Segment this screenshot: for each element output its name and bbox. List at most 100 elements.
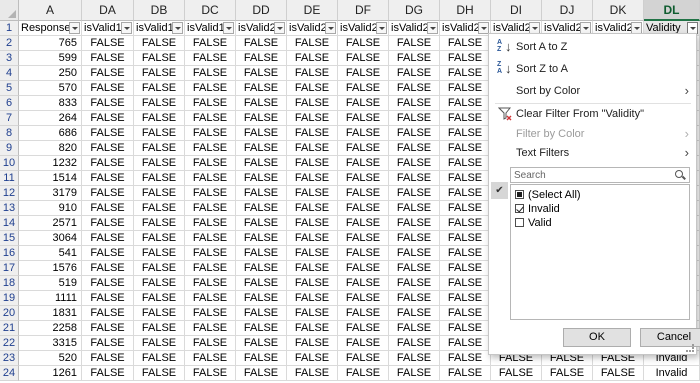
is-valid-cell[interactable]: FALSE	[82, 306, 134, 321]
is-valid-cell[interactable]: FALSE	[185, 36, 236, 51]
is-valid-cell[interactable]: FALSE	[236, 111, 287, 126]
is-valid-cell[interactable]: FALSE	[287, 36, 338, 51]
is-valid-cell[interactable]: FALSE	[287, 291, 338, 306]
is-valid-cell[interactable]: FALSE	[287, 66, 338, 81]
is-valid-cell[interactable]: FALSE	[134, 141, 185, 156]
is-valid-cell[interactable]: FALSE	[236, 261, 287, 276]
response-id-cell[interactable]: 686	[19, 126, 82, 141]
is-valid-cell[interactable]: FALSE	[389, 81, 440, 96]
row-header-7[interactable]: 7	[0, 111, 19, 126]
resize-grip-icon[interactable]	[686, 344, 694, 352]
is-valid-cell[interactable]: FALSE	[338, 276, 389, 291]
is-valid-cell[interactable]: FALSE	[236, 171, 287, 186]
is-valid-cell[interactable]: FALSE	[236, 321, 287, 336]
is-valid-cell[interactable]: FALSE	[338, 141, 389, 156]
is-valid-cell[interactable]: FALSE	[82, 36, 134, 51]
is-valid-cell[interactable]: FALSE	[440, 126, 491, 141]
is-valid-cell[interactable]: FALSE	[236, 51, 287, 66]
is-valid-cell[interactable]: FALSE	[185, 186, 236, 201]
response-id-cell[interactable]: 570	[19, 81, 82, 96]
is-valid-cell[interactable]: FALSE	[82, 366, 134, 381]
is-valid-cell[interactable]: FALSE	[236, 66, 287, 81]
row-header-23[interactable]: 23	[0, 351, 19, 366]
is-valid-cell[interactable]: FALSE	[236, 276, 287, 291]
select-all-corner[interactable]	[0, 0, 19, 21]
is-valid-cell[interactable]: FALSE	[236, 36, 287, 51]
is-valid-cell[interactable]: FALSE	[338, 366, 389, 381]
response-id-cell[interactable]: 3064	[19, 231, 82, 246]
is-valid-cell[interactable]: FALSE	[134, 126, 185, 141]
is-valid-cell[interactable]: FALSE	[389, 321, 440, 336]
is-valid-cell[interactable]: FALSE	[338, 81, 389, 96]
filter-dropdown-button[interactable]	[69, 22, 80, 34]
row-header-19[interactable]: 19	[0, 291, 19, 306]
row-header-22[interactable]: 22	[0, 336, 19, 351]
column-header-da[interactable]: DA	[82, 0, 134, 21]
is-valid-cell[interactable]: FALSE	[185, 111, 236, 126]
is-valid-cell[interactable]: FALSE	[389, 291, 440, 306]
row-header-6[interactable]: 6	[0, 96, 19, 111]
is-valid-cell[interactable]: FALSE	[338, 171, 389, 186]
is-valid-cell[interactable]: FALSE	[185, 51, 236, 66]
column-header-dc[interactable]: DC	[185, 0, 236, 21]
response-id-cell[interactable]: 1111	[19, 291, 82, 306]
response-id-cell[interactable]: 910	[19, 201, 82, 216]
is-valid-cell[interactable]: FALSE	[185, 201, 236, 216]
is-valid-cell[interactable]: FALSE	[338, 306, 389, 321]
is-valid-cell[interactable]: FALSE	[134, 36, 185, 51]
row-header-2[interactable]: 2	[0, 36, 19, 51]
header-cell-dh[interactable]: isValid2	[440, 21, 491, 36]
is-valid-cell[interactable]: FALSE	[440, 51, 491, 66]
is-valid-cell[interactable]: FALSE	[82, 231, 134, 246]
is-valid-cell[interactable]: FALSE	[82, 291, 134, 306]
is-valid-cell[interactable]: FALSE	[134, 96, 185, 111]
is-valid-cell[interactable]: FALSE	[236, 336, 287, 351]
is-valid-cell[interactable]: FALSE	[185, 66, 236, 81]
is-valid-cell[interactable]: FALSE	[389, 246, 440, 261]
text-filters-item[interactable]: Text Filters ›	[489, 143, 696, 163]
is-valid-cell[interactable]: FALSE	[287, 126, 338, 141]
is-valid-cell[interactable]: FALSE	[338, 261, 389, 276]
is-valid-cell[interactable]: FALSE	[236, 186, 287, 201]
is-valid-cell[interactable]: FALSE	[82, 186, 134, 201]
filter-dropdown-button[interactable]	[223, 22, 234, 34]
is-valid-cell[interactable]: FALSE	[440, 336, 491, 351]
is-valid-cell[interactable]: FALSE	[389, 261, 440, 276]
is-valid-cell[interactable]: FALSE	[440, 96, 491, 111]
response-id-cell[interactable]: 541	[19, 246, 82, 261]
is-valid-cell[interactable]: FALSE	[287, 51, 338, 66]
response-id-cell[interactable]: 765	[19, 36, 82, 51]
is-valid-cell[interactable]: FALSE	[185, 321, 236, 336]
row-header-17[interactable]: 17	[0, 261, 19, 276]
is-valid-cell[interactable]: FALSE	[389, 111, 440, 126]
is-valid-cell[interactable]: FALSE	[542, 366, 593, 381]
header-cell-de[interactable]: isValid2	[287, 21, 338, 36]
row-header-3[interactable]: 3	[0, 51, 19, 66]
is-valid-cell[interactable]: FALSE	[185, 291, 236, 306]
is-valid-cell[interactable]: FALSE	[593, 366, 644, 381]
is-valid-cell[interactable]: FALSE	[185, 216, 236, 231]
is-valid-cell[interactable]: FALSE	[338, 216, 389, 231]
is-valid-cell[interactable]: FALSE	[134, 351, 185, 366]
header-cell-a[interactable]: Response	[19, 21, 82, 36]
is-valid-cell[interactable]: FALSE	[338, 156, 389, 171]
row-header-1[interactable]: 1	[0, 21, 19, 36]
is-valid-cell[interactable]: FALSE	[389, 276, 440, 291]
is-valid-cell[interactable]: FALSE	[287, 336, 338, 351]
is-valid-cell[interactable]: FALSE	[236, 126, 287, 141]
is-valid-cell[interactable]: FALSE	[338, 111, 389, 126]
select-all-checkbox[interactable]	[515, 190, 524, 199]
is-valid-cell[interactable]: FALSE	[185, 231, 236, 246]
response-id-cell[interactable]: 250	[19, 66, 82, 81]
is-valid-cell[interactable]: FALSE	[389, 141, 440, 156]
is-valid-cell[interactable]: FALSE	[287, 231, 338, 246]
is-valid-cell[interactable]: FALSE	[389, 171, 440, 186]
column-header-de[interactable]: DE	[287, 0, 338, 21]
row-header-11[interactable]: 11	[0, 171, 19, 186]
is-valid-cell[interactable]: FALSE	[440, 291, 491, 306]
is-valid-cell[interactable]: FALSE	[236, 81, 287, 96]
response-id-cell[interactable]: 520	[19, 351, 82, 366]
is-valid-cell[interactable]: FALSE	[134, 171, 185, 186]
is-valid-cell[interactable]: FALSE	[185, 276, 236, 291]
is-valid-cell[interactable]: FALSE	[134, 366, 185, 381]
